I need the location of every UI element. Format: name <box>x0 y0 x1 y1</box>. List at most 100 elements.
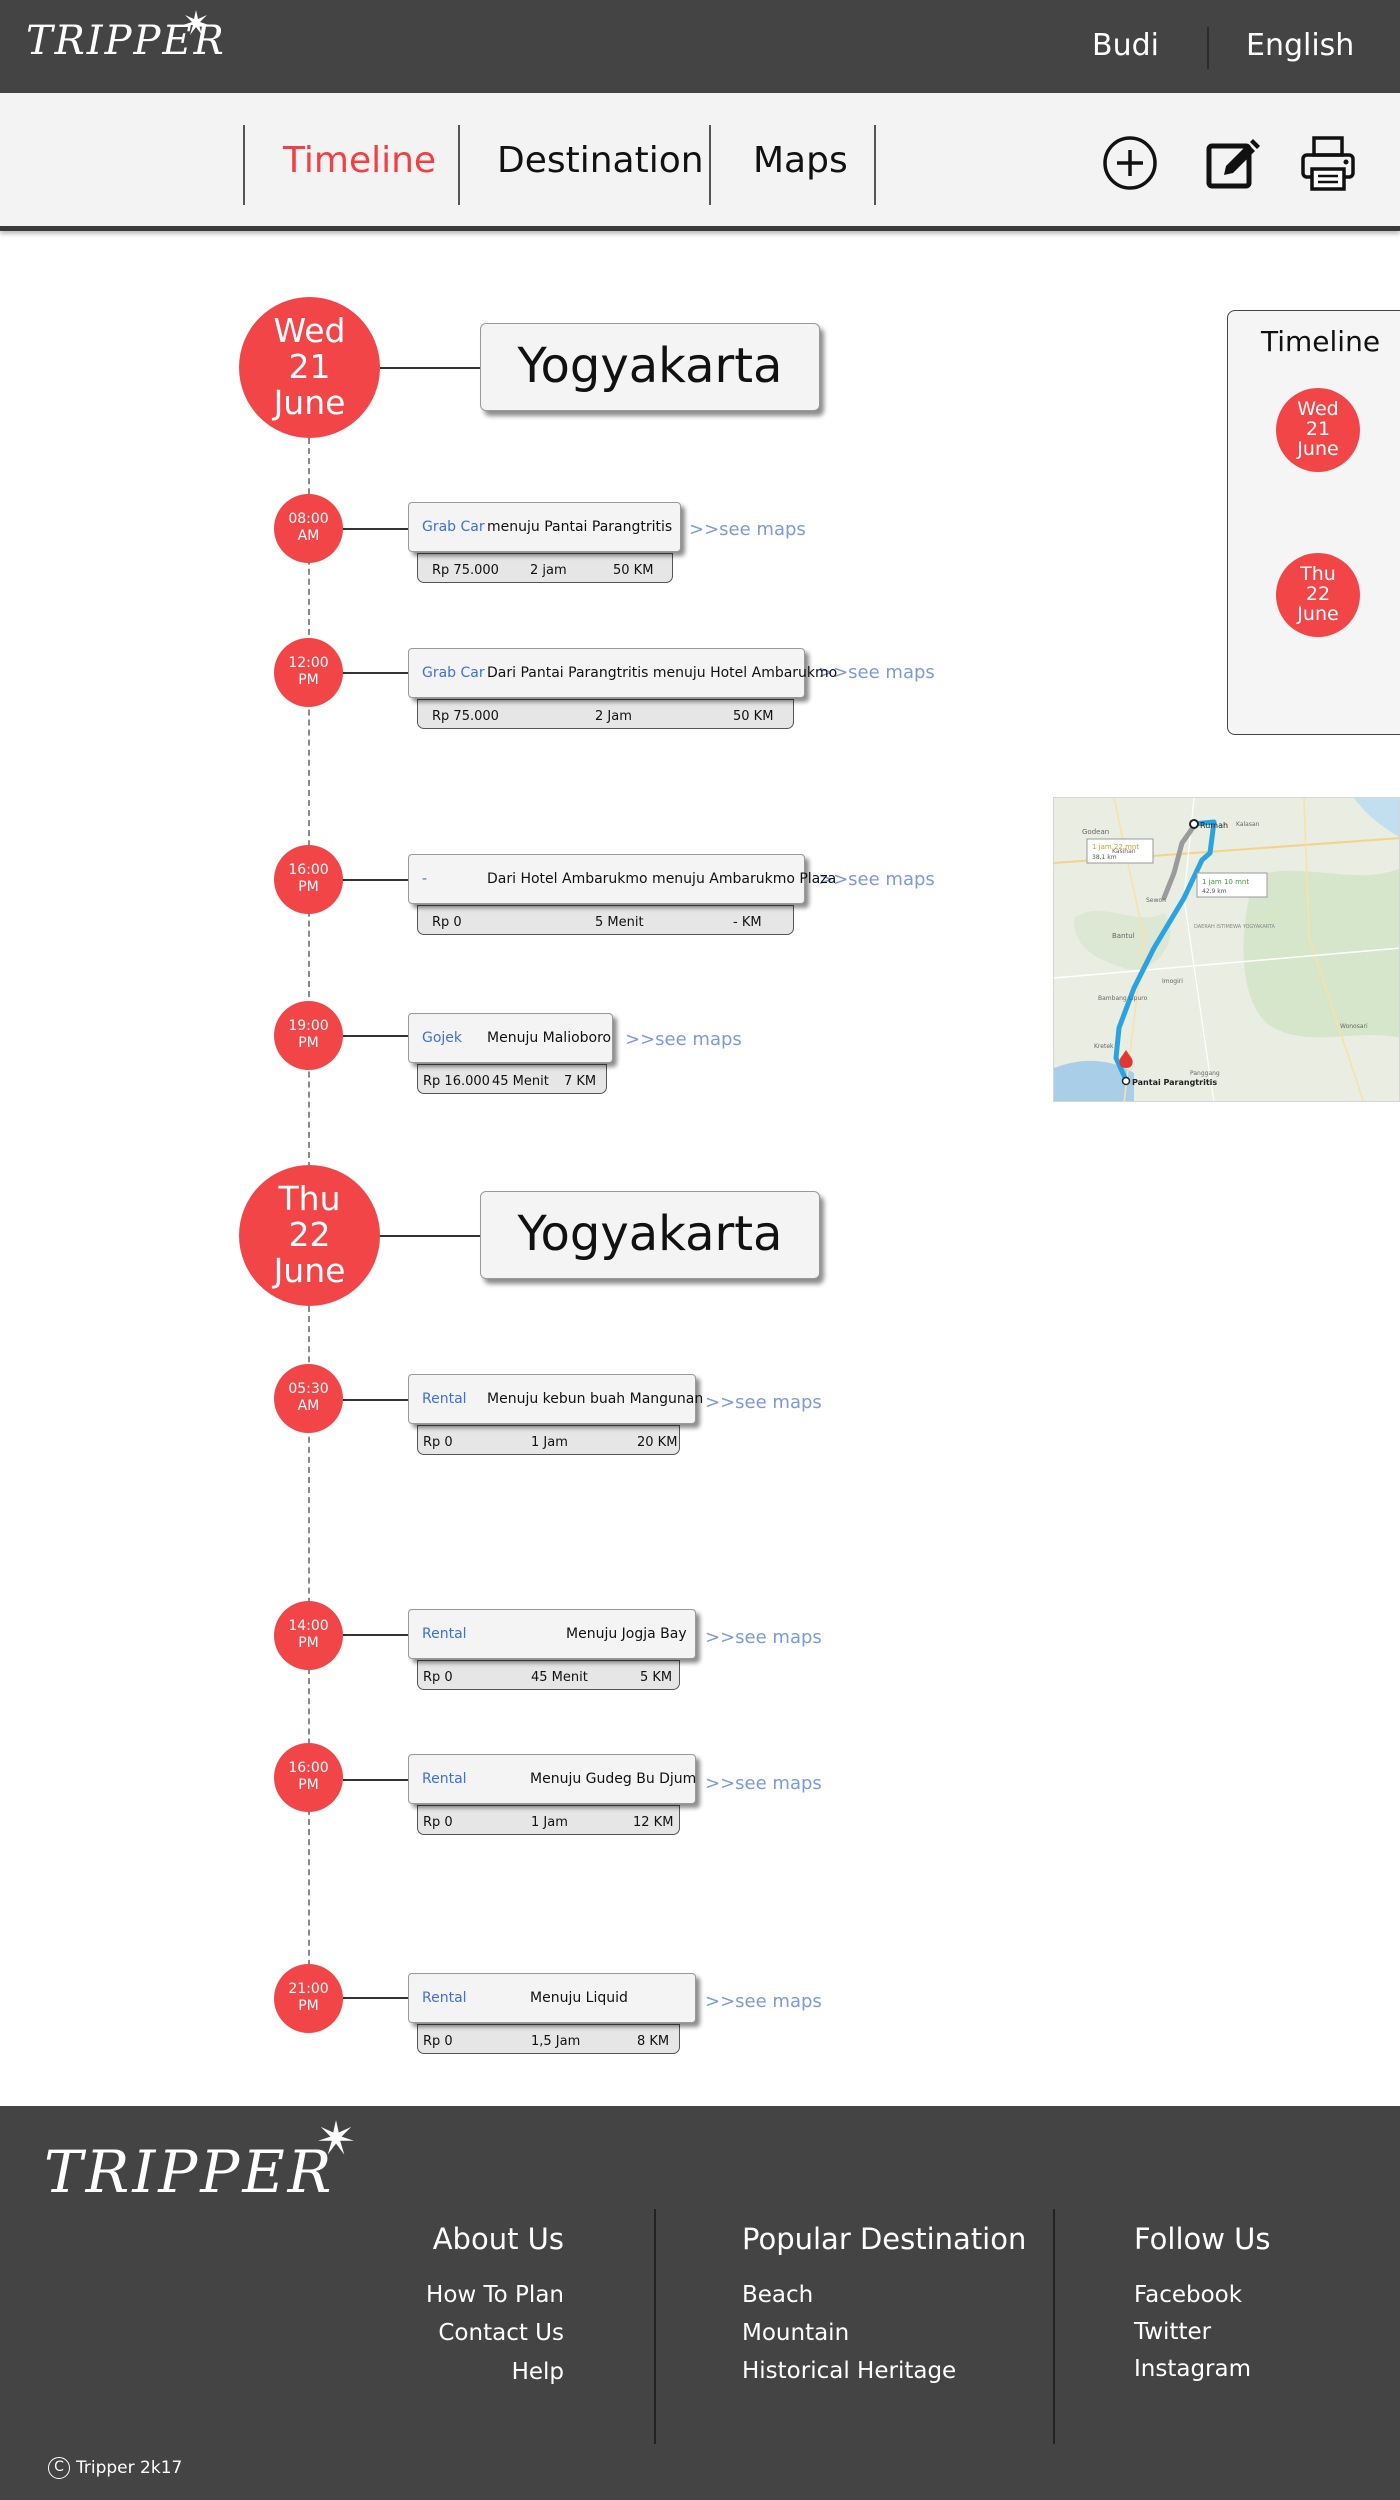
side-day-link[interactable]: Wed 21 June <box>1276 388 1360 472</box>
trip-time: 12:00 <box>288 655 329 671</box>
side-day-month: June <box>1297 603 1339 625</box>
trip-card[interactable]: Grab Car Dari Pantai Parangtritis menuju… <box>408 648 837 698</box>
footer-link-beach[interactable]: Beach <box>742 2282 813 2308</box>
trip-time: 16:00 <box>288 1760 329 1776</box>
trip-vehicle: Grab Car <box>422 519 485 535</box>
trip-card[interactable]: Grab Car menuju Pantai Parangtritis <box>408 502 681 552</box>
trip-distance: 7 KM <box>564 1074 597 1089</box>
copyright-icon: C <box>48 2457 70 2479</box>
side-day-weekday: Wed <box>1297 398 1339 420</box>
city-title: Yogyakarta <box>480 323 820 411</box>
time-badge: 21:00 PM <box>274 1964 343 2033</box>
trip-card[interactable]: Rental Menuju Gudeg Bu Djum <box>408 1754 696 1804</box>
side-day-date: 22 <box>1305 583 1331 605</box>
footer-link-help[interactable]: Help <box>512 2359 564 2385</box>
trip-duration: 1 Jam <box>531 1435 568 1450</box>
trip-vehicle: Grab Car <box>422 665 485 681</box>
see-maps-link[interactable]: >>see maps <box>705 1627 822 1648</box>
trip-price: Rp 75.000 <box>432 563 499 578</box>
trip-card[interactable]: Rental Menuju Liquid <box>408 1973 696 2023</box>
side-day-link[interactable]: Thu 22 June <box>1276 553 1360 637</box>
trip-duration: 1 Jam <box>531 1815 568 1830</box>
footer-link-twitter[interactable]: Twitter <box>1134 2319 1211 2345</box>
top-divider <box>1207 27 1209 69</box>
map-place: Kasihan <box>1112 848 1136 855</box>
tab-maps[interactable]: Maps <box>753 140 848 181</box>
see-maps-link[interactable]: >>see maps <box>705 1392 822 1413</box>
trip-card[interactable]: Rental Menuju kebun buah Mangunan <box>408 1374 703 1424</box>
footer-heading-destination: Popular Destination <box>742 2222 1027 2256</box>
see-maps-link[interactable]: >>see maps <box>705 1991 822 2012</box>
trip-price: Rp 0 <box>423 1670 453 1685</box>
trip-price: Rp 0 <box>432 915 462 930</box>
trip-vehicle: Rental <box>422 1391 467 1407</box>
route-map[interactable]: Rumah Pantai Parangtritis 1 jam 22 mnt 3… <box>1053 797 1400 1102</box>
time-badge: 14:00 PM <box>274 1601 343 1670</box>
see-maps-link[interactable]: >>see maps <box>625 1029 742 1050</box>
tab-timeline[interactable]: Timeline <box>283 140 436 181</box>
trip-card[interactable]: Rental Menuju Jogja Bay <box>408 1609 696 1659</box>
trip-price: Rp 0 <box>423 1815 453 1830</box>
footer-logo[interactable]: TRIPPER <box>44 2138 334 2206</box>
trip-distance: 8 KM <box>637 2034 670 2049</box>
trip-duration: 1,5 Jam <box>531 2034 581 2049</box>
nav-divider <box>458 125 460 205</box>
map-place: Kretek <box>1094 1043 1114 1050</box>
footer-link-historical-heritage[interactable]: Historical Heritage <box>742 2358 956 2384</box>
see-maps-link[interactable]: >>see maps <box>705 1773 822 1794</box>
print-icon[interactable] <box>1298 133 1358 193</box>
side-day-weekday: Thu <box>1300 563 1336 585</box>
nav-divider <box>243 125 245 205</box>
see-maps-link[interactable]: >>see maps <box>689 519 806 540</box>
footer-heading-about: About Us <box>432 2222 564 2256</box>
time-badge: 08:00 AM <box>274 494 343 563</box>
trip-duration: 45 Menit <box>492 1074 549 1089</box>
trip-vehicle: - <box>422 871 428 887</box>
footer-link-contact-us[interactable]: Contact Us <box>438 2320 564 2346</box>
trip-ampm: PM <box>298 1635 319 1651</box>
footer-link-how-to-plan[interactable]: How To Plan <box>426 2282 564 2308</box>
trip-info: Rp 16.000 45 Menit 7 KM <box>417 1064 607 1094</box>
trip-distance: 20 KM <box>637 1435 678 1450</box>
footer-logo-star-icon <box>318 2120 354 2155</box>
trip-info: Rp 0 1 Jam 20 KM <box>417 1425 680 1455</box>
user-name[interactable]: Budi <box>1092 28 1159 63</box>
day-month: June <box>273 383 346 422</box>
trip-time: 19:00 <box>288 1018 329 1034</box>
connector-line <box>343 1399 408 1401</box>
trip-ampm: PM <box>298 1777 319 1793</box>
map-alt-km: 38,1 km <box>1092 854 1117 861</box>
language-selector[interactable]: English <box>1246 28 1354 63</box>
trip-card[interactable]: Gojek Menuju Malioboro <box>408 1013 613 1063</box>
map-place: Panggang <box>1190 1070 1220 1077</box>
trip-distance: 50 KM <box>733 709 774 724</box>
trip-duration: 5 Menit <box>595 915 644 930</box>
trip-time: 21:00 <box>288 1981 329 1997</box>
tab-destination[interactable]: Destination <box>497 140 704 181</box>
trip-ampm: AM <box>297 1398 320 1414</box>
day-badge: Wed 21 June <box>239 297 380 438</box>
trip-vehicle: Gojek <box>422 1030 463 1046</box>
trip-card[interactable]: - Dari Hotel Ambarukmo menuju Ambarukmo … <box>408 854 836 904</box>
connector-line <box>343 528 408 530</box>
edit-icon[interactable] <box>1202 133 1262 193</box>
map-place: Wonosari <box>1340 1023 1368 1030</box>
map-end-label: Pantai Parangtritis <box>1132 1078 1217 1087</box>
connector-line <box>343 1779 408 1781</box>
day-weekday: Thu <box>278 1179 341 1218</box>
day-badge: Thu 22 June <box>239 1165 380 1306</box>
trip-description: Dari Pantai Parangtritis menuju Hotel Am… <box>487 665 838 681</box>
footer-link-instagram[interactable]: Instagram <box>1134 2356 1251 2382</box>
map-place: Bantul <box>1112 932 1135 940</box>
map-start-label: Rumah <box>1200 821 1228 830</box>
footer-link-mountain[interactable]: Mountain <box>742 2320 849 2346</box>
trip-description: menuju Pantai Parangtritis <box>487 519 673 535</box>
footer-link-facebook[interactable]: Facebook <box>1134 2282 1242 2308</box>
trip-vehicle: Rental <box>422 1626 467 1642</box>
map-canvas: Rumah Pantai Parangtritis 1 jam 22 mnt 3… <box>1054 798 1399 1101</box>
trip-price: Rp 0 <box>423 1435 453 1450</box>
add-icon[interactable] <box>1100 133 1160 193</box>
trip-description: Dari Hotel Ambarukmo menuju Ambarukmo Pl… <box>487 871 837 887</box>
trip-price: Rp 16.000 <box>423 1074 490 1089</box>
connector-line <box>343 672 408 674</box>
